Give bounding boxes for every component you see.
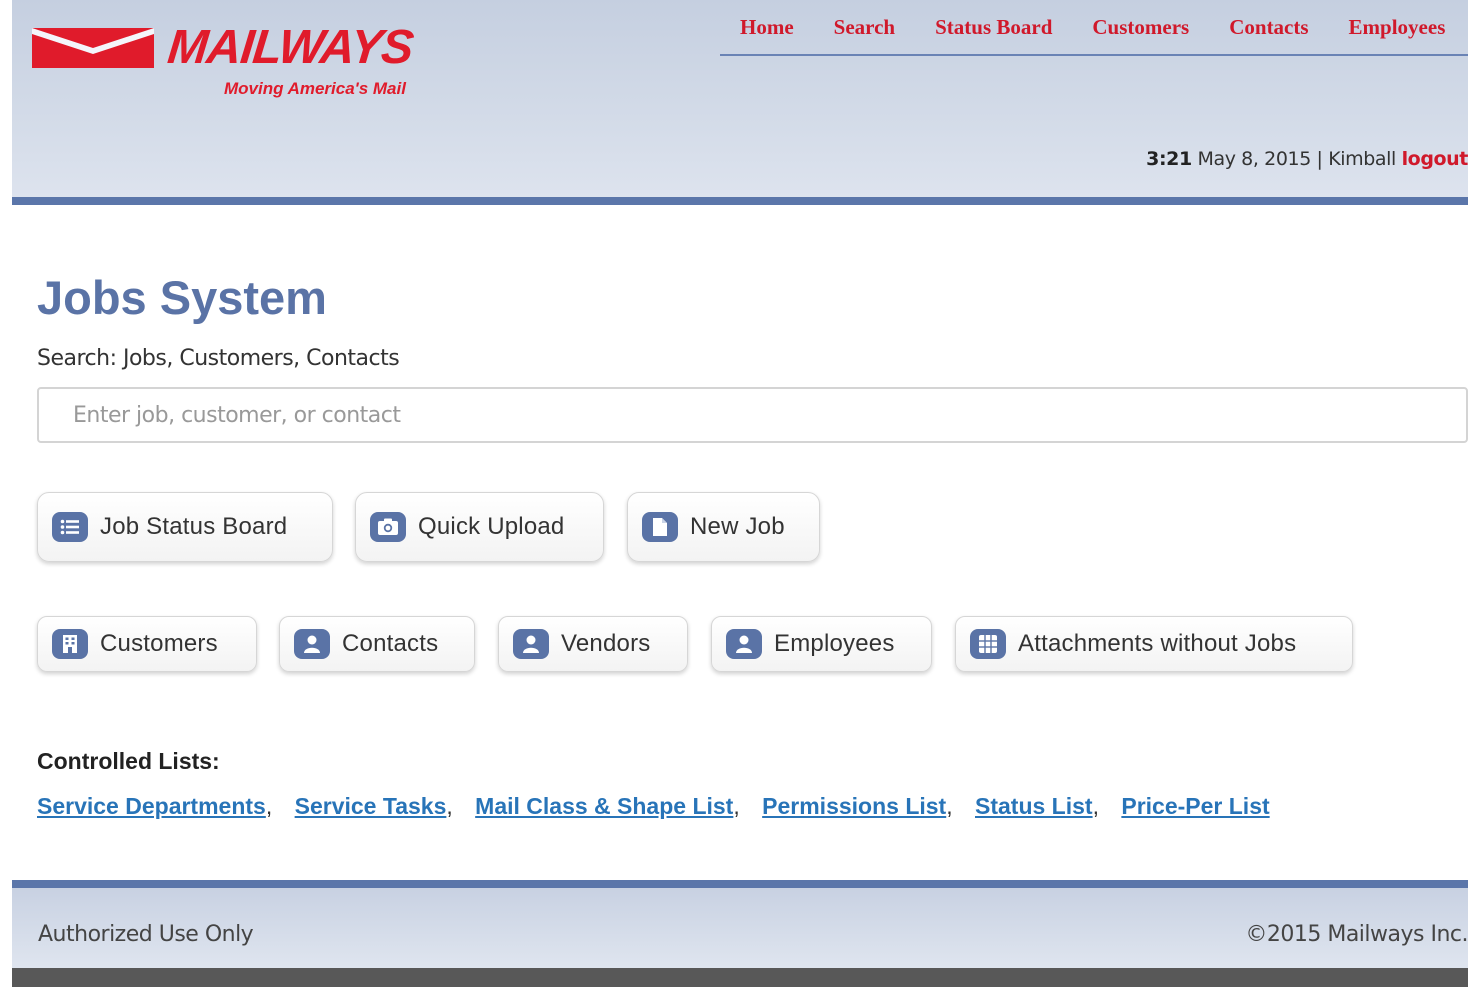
footer-notice: Authorized Use Only [38, 922, 254, 947]
link-status-list[interactable]: Status List [975, 793, 1093, 819]
button-label: Contacts [342, 630, 439, 657]
button-label: Job Status Board [100, 513, 288, 540]
button-label: Attachments without Jobs [1018, 630, 1297, 657]
grid-icon [970, 629, 1006, 659]
nav-home[interactable]: Home [740, 15, 794, 40]
button-label: Customers [100, 630, 218, 657]
nav-customers[interactable]: Customers [1092, 15, 1189, 40]
bottom-bar [12, 968, 1468, 987]
controlled-lists-label: Controlled Lists: [37, 748, 220, 774]
nav-employees[interactable]: Employees [1349, 15, 1446, 40]
current-time: 3:21 [1146, 148, 1192, 170]
header: MAILWAYS Moving America's Mail Home Sear… [12, 0, 1468, 205]
footer-copyright: ©2015 Mailways Inc. [1245, 922, 1468, 947]
link-service-tasks[interactable]: Service Tasks [295, 793, 447, 819]
user-icon [294, 629, 330, 659]
link-service-departments[interactable]: Service Departments [37, 793, 266, 819]
button-label: New Job [690, 513, 785, 540]
camera-icon [370, 512, 406, 542]
link-price-per-list[interactable]: Price-Per List [1121, 793, 1269, 819]
button-label: Employees [774, 630, 895, 657]
contacts-button[interactable]: Contacts [279, 616, 475, 672]
footer: Authorized Use Only ©2015 Mailways Inc. [12, 880, 1468, 968]
top-nav: Home Search Status Board Customers Conta… [720, 0, 1468, 56]
user-icon [513, 629, 549, 659]
list-icon [52, 512, 88, 542]
logout-link[interactable]: logout [1402, 148, 1468, 170]
nav-contacts[interactable]: Contacts [1229, 15, 1308, 40]
user-name: Kimball [1328, 148, 1396, 170]
user-icon [726, 629, 762, 659]
session-status: 3:21 May 8, 2015 | Kimball logout [1146, 148, 1468, 170]
button-label: Quick Upload [418, 513, 565, 540]
attachments-without-jobs-button[interactable]: Attachments without Jobs [955, 616, 1353, 672]
status-separator: | [1316, 148, 1323, 170]
envelope-logo-icon [32, 28, 154, 68]
vendors-button[interactable]: Vendors [498, 616, 688, 672]
nav-status-board[interactable]: Status Board [935, 15, 1052, 40]
link-permissions-list[interactable]: Permissions List [762, 793, 946, 819]
controlled-lists: Service Departments, Service Tasks, Mail… [37, 793, 1270, 819]
employees-button[interactable]: Employees [711, 616, 932, 672]
document-icon [642, 512, 678, 542]
button-label: Vendors [561, 630, 651, 657]
link-mail-class-shape-list[interactable]: Mail Class & Shape List [475, 793, 733, 819]
new-job-button[interactable]: New Job [627, 492, 820, 562]
job-status-board-button[interactable]: Job Status Board [37, 492, 333, 562]
search-label: Search: Jobs, Customers, Contacts [37, 346, 400, 371]
mailways-logo[interactable]: MAILWAYS Moving America's Mail [32, 21, 432, 102]
current-date: May 8, 2015 [1197, 148, 1311, 170]
brand-tagline: Moving America's Mail [224, 79, 406, 98]
brand-name: MAILWAYS [165, 21, 416, 74]
building-icon [52, 629, 88, 659]
page-title: Jobs System [37, 271, 327, 324]
quick-upload-button[interactable]: Quick Upload [355, 492, 604, 562]
customers-button[interactable]: Customers [37, 616, 257, 672]
search-input[interactable] [37, 387, 1468, 443]
nav-search[interactable]: Search [834, 15, 895, 40]
